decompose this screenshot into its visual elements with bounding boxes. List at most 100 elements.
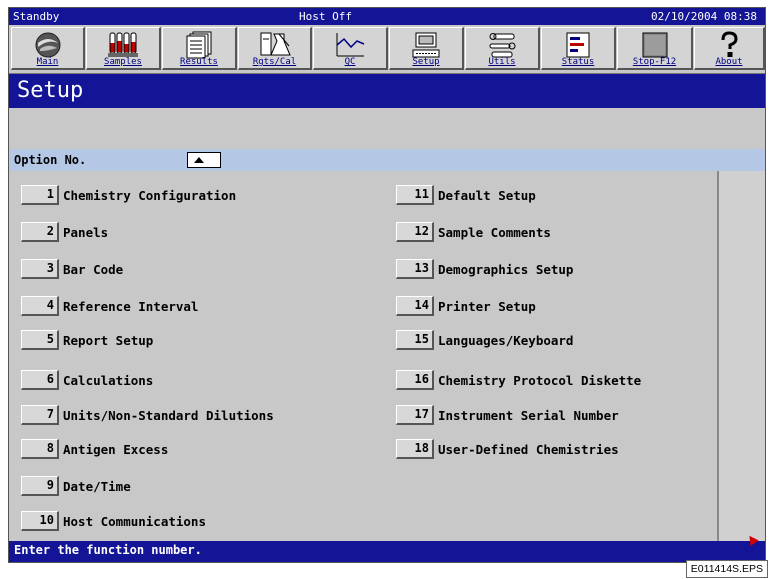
option-label: User-Defined Chemistries xyxy=(438,441,619,457)
option-chemistry-configuration[interactable]: 1 Chemistry Configuration xyxy=(21,185,236,205)
option-number[interactable]: 2 xyxy=(21,222,59,242)
globe-icon xyxy=(35,32,60,58)
option-label: Date/Time xyxy=(63,478,131,494)
option-number[interactable]: 11 xyxy=(396,185,434,205)
option-number[interactable]: 7 xyxy=(21,405,59,425)
option-date-time[interactable]: 9 Date/Time xyxy=(21,476,131,496)
option-number[interactable]: 16 xyxy=(396,370,434,390)
option-sample-comments[interactable]: 12 Sample Comments xyxy=(396,222,551,242)
option-number[interactable]: 14 xyxy=(396,296,434,316)
option-label: Host Communications xyxy=(63,513,206,529)
option-label: Chemistry Configuration xyxy=(63,187,237,203)
option-label: Calculations xyxy=(63,372,154,388)
status-label: Status xyxy=(561,57,595,67)
option-number[interactable]: 18 xyxy=(396,439,434,459)
stop-f12-button[interactable]: Stop-F12 xyxy=(617,27,693,70)
option-label: Default Setup xyxy=(438,187,536,203)
option-report-setup[interactable]: 5 Report Setup xyxy=(21,330,153,350)
option-row: Option No. xyxy=(9,149,765,171)
option-number-label: Option No. xyxy=(14,153,87,167)
host-status: Host Off xyxy=(299,10,352,23)
scroll-panel[interactable] xyxy=(717,171,765,541)
option-panels[interactable]: 2 Panels xyxy=(21,222,108,242)
option-label: Instrument Serial Number xyxy=(438,407,619,423)
option-printer-setup[interactable]: 14 Printer Setup xyxy=(396,296,536,316)
option-default-setup[interactable]: 11 Default Setup xyxy=(396,185,536,205)
stop-f12-label: Stop-F12 xyxy=(632,57,677,67)
page-title: Setup xyxy=(17,78,84,103)
results-label: Results xyxy=(180,57,218,67)
datetime: 02/10/2004 08:38 xyxy=(651,10,757,23)
toolbar: Main Samples Results Rgts/Cal QC Setup U… xyxy=(9,25,765,74)
qc-label: QC xyxy=(344,57,356,67)
samples-label: Samples xyxy=(104,57,142,67)
option-number[interactable]: 5 xyxy=(21,330,59,350)
utils-button[interactable]: Utils xyxy=(465,27,540,70)
option-label: Languages/Keyboard xyxy=(438,332,574,348)
samples-button[interactable]: Samples xyxy=(86,27,161,70)
option-label: Report Setup xyxy=(63,332,154,348)
qc-button[interactable]: QC xyxy=(313,27,388,70)
option-antigen-excess[interactable]: 8 Antigen Excess xyxy=(21,439,168,459)
title-bar: Setup xyxy=(9,74,765,108)
option-chemistry-protocol-diskette[interactable]: 16 Chemistry Protocol Diskette xyxy=(396,370,641,390)
option-instrument-serial-number[interactable]: 17 Instrument Serial Number xyxy=(396,405,619,425)
option-number-input[interactable] xyxy=(187,152,221,168)
option-label: Demographics Setup xyxy=(438,261,574,277)
option-number[interactable]: 8 xyxy=(21,439,59,459)
documents-stack-icon xyxy=(186,31,212,59)
message-bar: Enter the function number. xyxy=(9,541,765,562)
option-number[interactable]: 15 xyxy=(396,330,434,350)
about-button[interactable]: About xyxy=(694,27,765,70)
about-label: About xyxy=(715,57,743,67)
status-button[interactable]: Status xyxy=(541,27,616,70)
option-number[interactable]: 9 xyxy=(21,476,59,496)
question-icon xyxy=(721,31,738,57)
chart-line-icon xyxy=(336,33,365,57)
setup-button[interactable]: Setup xyxy=(389,27,464,70)
app-screen: Standby Host Off 02/10/2004 08:38 Main S… xyxy=(8,7,766,563)
test-tubes-icon xyxy=(108,32,138,57)
option-label: Bar Code xyxy=(63,261,124,277)
option-reference-interval[interactable]: 4 Reference Interval xyxy=(21,296,198,316)
option-demographics-setup[interactable]: 13 Demographics Setup xyxy=(396,259,573,279)
setup-options: 1 Chemistry Configuration 2 Panels 3 Bar… xyxy=(9,173,717,541)
option-number[interactable]: 12 xyxy=(396,222,434,242)
prompt-message: Enter the function number. xyxy=(14,543,202,557)
status-panel-icon xyxy=(566,32,590,58)
option-number[interactable]: 3 xyxy=(21,259,59,279)
option-number[interactable]: 17 xyxy=(396,405,434,425)
option-label: Printer Setup xyxy=(438,298,536,314)
setup-label: Setup xyxy=(412,57,440,67)
flask-icon xyxy=(260,32,291,56)
option-units-non-standard-dilutions[interactable]: 7 Units/Non-Standard Dilutions xyxy=(21,405,274,425)
option-label: Chemistry Protocol Diskette xyxy=(438,372,642,388)
tools-icon xyxy=(489,33,516,58)
rgts-cal-button[interactable]: Rgts/Cal xyxy=(238,27,312,70)
option-calculations[interactable]: 6 Calculations xyxy=(21,370,153,390)
option-number[interactable]: 1 xyxy=(21,185,59,205)
stop-square-icon xyxy=(642,32,667,58)
option-label: Units/Non-Standard Dilutions xyxy=(63,407,274,423)
status-bar: Standby Host Off 02/10/2004 08:38 xyxy=(9,8,765,25)
option-label: Panels xyxy=(63,224,109,240)
computer-icon xyxy=(412,32,440,58)
results-button[interactable]: Results xyxy=(162,27,237,70)
option-label: Reference Interval xyxy=(63,298,199,314)
option-host-communications[interactable]: 10 Host Communications xyxy=(21,511,206,531)
option-bar-code[interactable]: 3 Bar Code xyxy=(21,259,123,279)
option-label: Antigen Excess xyxy=(63,441,169,457)
option-languages-keyboard[interactable]: 15 Languages/Keyboard xyxy=(396,330,573,350)
utils-label: Utils xyxy=(488,57,516,67)
option-number[interactable]: 10 xyxy=(21,511,59,531)
figure-caption: E011414S.EPS xyxy=(685,560,768,578)
main-label: Main xyxy=(36,57,59,67)
main-button[interactable]: Main xyxy=(11,27,85,70)
option-label: Sample Comments xyxy=(438,224,551,240)
status-text: Standby xyxy=(13,10,60,23)
option-number[interactable]: 4 xyxy=(21,296,59,316)
option-number[interactable]: 6 xyxy=(21,370,59,390)
rgts-cal-label: Rgts/Cal xyxy=(252,57,297,67)
option-number[interactable]: 13 xyxy=(396,259,434,279)
option-user-defined-chemistries[interactable]: 18 User-Defined Chemistries xyxy=(396,439,619,459)
